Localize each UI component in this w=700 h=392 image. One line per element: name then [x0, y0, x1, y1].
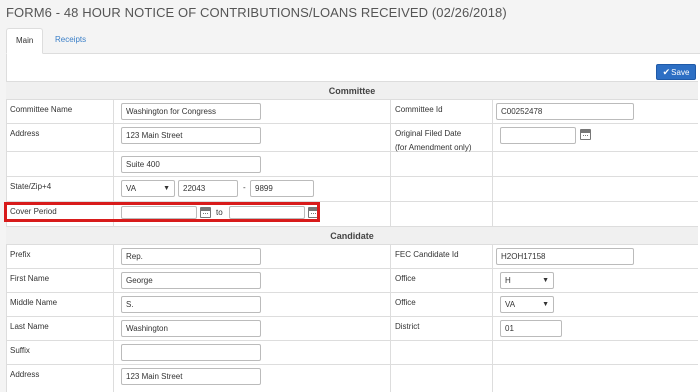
- state-zip-label: State/Zip+4: [6, 177, 114, 201]
- middle-name-label: Middle Name: [6, 293, 114, 316]
- address-line2-input[interactable]: Suite 400: [121, 156, 261, 173]
- prefix-label: Prefix: [6, 245, 114, 268]
- office-state-select-value: VA: [505, 300, 516, 309]
- tab-bar: Main Receipts: [6, 28, 700, 54]
- first-name-input[interactable]: George: [121, 272, 261, 289]
- fec-candidate-id-label: FEC Candidate Id: [391, 245, 493, 268]
- middle-name-input[interactable]: S.: [121, 296, 261, 313]
- calendar-icon[interactable]: [580, 129, 591, 140]
- office-select-value: H: [505, 276, 511, 285]
- form-table: Committee Committee Name Washington for …: [6, 81, 698, 392]
- original-filed-date-input[interactable]: [500, 127, 576, 144]
- dropdown-arrow-icon: ▼: [163, 185, 170, 192]
- save-button-label: Save: [671, 68, 690, 77]
- candidate-address-row: Address 123 Main Street: [6, 365, 698, 392]
- page-title: FORM6 - 48 HOUR NOTICE OF CONTRIBUTIONS/…: [6, 5, 507, 20]
- suffix-input[interactable]: [121, 344, 261, 361]
- cover-period-highlight: [4, 202, 320, 222]
- committee-name-input[interactable]: Washington for Congress: [121, 103, 261, 120]
- address-label: Address: [6, 124, 114, 151]
- suffix-label: Suffix: [6, 341, 114, 364]
- office-state-select[interactable]: VA ▼: [500, 296, 554, 313]
- first-name-row: First Name George Office H ▼: [6, 269, 698, 293]
- office-select[interactable]: H ▼: [500, 272, 554, 289]
- dropdown-arrow-icon: ▼: [542, 277, 549, 284]
- committee-id-label: Committee Id: [391, 100, 493, 123]
- committee-name-label: Committee Name: [6, 100, 114, 123]
- middle-name-row: Middle Name S. Office VA ▼: [6, 293, 698, 317]
- state-select-value: VA: [126, 184, 137, 193]
- suffix-row: Suffix: [6, 341, 698, 365]
- last-name-row: Last Name Washington District 01: [6, 317, 698, 341]
- office-state-label: Office: [391, 293, 493, 316]
- address-line2-row: Suite 400: [6, 152, 698, 177]
- candidate-address-input[interactable]: 123 Main Street: [121, 368, 261, 385]
- prefix-row: Prefix Rep. FEC Candidate Id H2OH17158: [6, 245, 698, 269]
- state-zip-row: State/Zip+4 VA ▼ 22043 - 9899: [6, 177, 698, 202]
- state-select[interactable]: VA ▼: [121, 180, 175, 197]
- office-label: Office: [391, 269, 493, 292]
- committee-name-row: Committee Name Washington for Congress C…: [6, 100, 698, 124]
- last-name-input[interactable]: Washington: [121, 320, 261, 337]
- save-button[interactable]: ✔Save: [656, 64, 696, 80]
- prefix-input[interactable]: Rep.: [121, 248, 261, 265]
- district-label: District: [391, 317, 493, 340]
- tab-main[interactable]: Main: [6, 28, 44, 54]
- last-name-label: Last Name: [6, 317, 114, 340]
- checkmark-icon: ✔: [662, 67, 671, 77]
- first-name-label: First Name: [6, 269, 114, 292]
- zip4-input[interactable]: 9899: [250, 180, 314, 197]
- zip-input[interactable]: 22043: [178, 180, 238, 197]
- zip-separator: -: [243, 183, 246, 192]
- original-filed-date-label: Original Filed Date: [395, 129, 462, 138]
- committee-id-input[interactable]: C00252478: [496, 103, 634, 120]
- address-row: Address 123 Main Street Original Filed D…: [6, 124, 698, 152]
- tab-receipts[interactable]: Receipts: [46, 28, 95, 54]
- dropdown-arrow-icon: ▼: [542, 301, 549, 308]
- district-input[interactable]: 01: [500, 320, 562, 337]
- committee-section-header: Committee: [6, 82, 698, 100]
- address-line1-input[interactable]: 123 Main Street: [121, 127, 261, 144]
- candidate-address-label: Address: [6, 365, 114, 392]
- candidate-section-header: Candidate: [6, 227, 698, 245]
- fec-candidate-id-input[interactable]: H2OH17158: [496, 248, 634, 265]
